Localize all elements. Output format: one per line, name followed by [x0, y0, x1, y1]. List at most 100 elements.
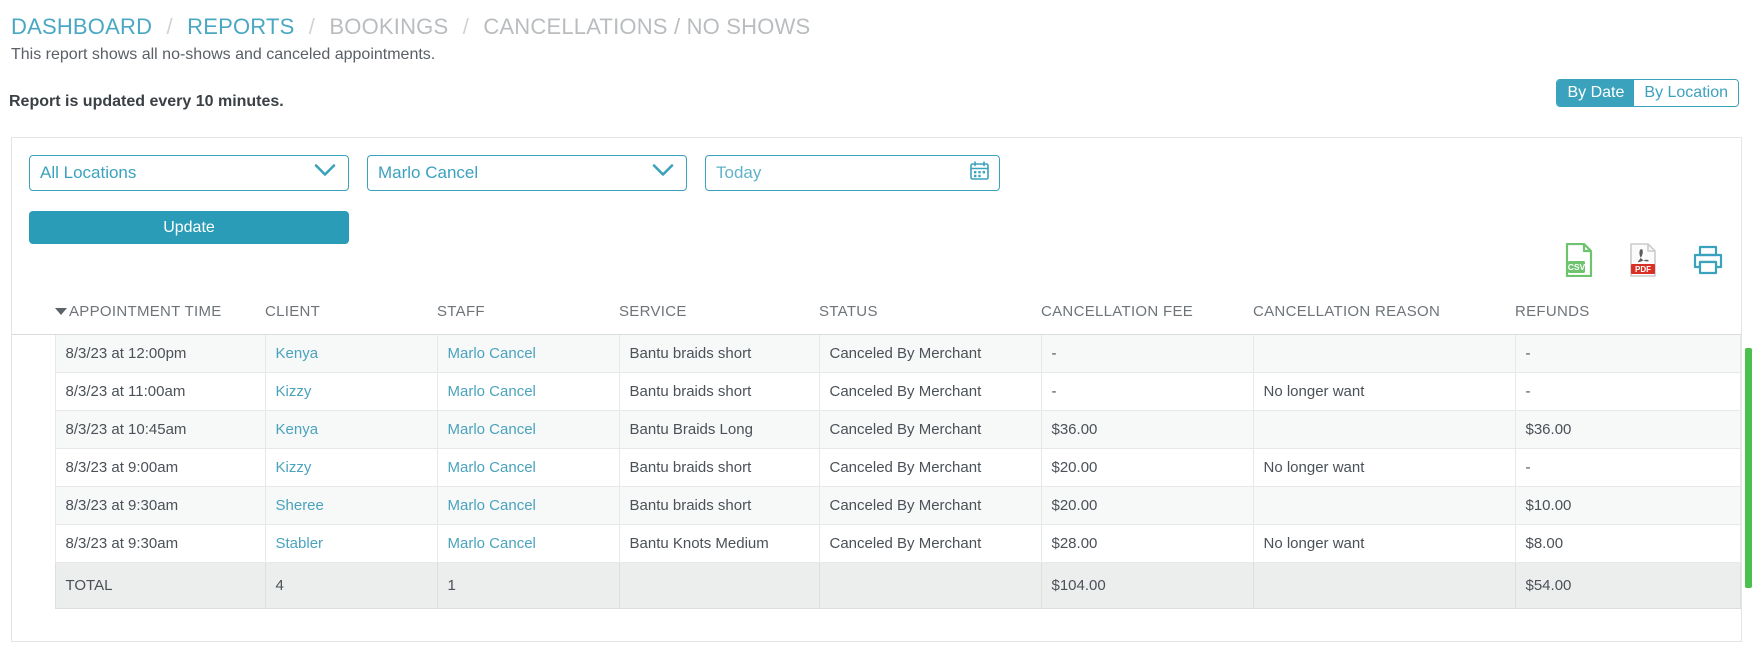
report-update-note: Report is updated every 10 minutes.: [9, 93, 284, 110]
report-panel: All Locations Marlo Cancel Today Update …: [11, 137, 1742, 642]
total-refund: $54.00: [1514, 562, 1741, 609]
breadcrumb-separator: /: [462, 14, 469, 39]
cell-client-link[interactable]: Kenya: [276, 421, 319, 438]
cell-cancellation-fee: $28.00: [1040, 524, 1254, 563]
cell-staff[interactable]: Marlo Cancel: [436, 372, 620, 411]
breadcrumb-separator: /: [308, 14, 316, 39]
total-service: [618, 562, 820, 609]
cell-status: Canceled By Merchant: [818, 372, 1042, 411]
cell-refund: $36.00: [1514, 410, 1741, 449]
cell-client-link[interactable]: Sheree: [276, 497, 324, 514]
date-range-value: Today: [716, 163, 762, 182]
cell-staff[interactable]: Marlo Cancel: [436, 524, 620, 563]
column-header-cancellation-fee[interactable]: CANCELLATION FEE: [1041, 295, 1253, 335]
date-range-input[interactable]: Today: [705, 155, 1000, 191]
row-spacer: [12, 448, 55, 487]
total-label: TOTAL: [54, 562, 266, 609]
cell-client[interactable]: Kenya: [264, 410, 438, 449]
toggle-by-location[interactable]: By Location: [1634, 80, 1738, 106]
cell-staff-link[interactable]: Marlo Cancel: [448, 497, 536, 514]
cell-service: Bantu braids short: [618, 372, 820, 411]
cell-staff-link[interactable]: Marlo Cancel: [448, 459, 536, 476]
cell-client-link[interactable]: Stabler: [276, 535, 324, 552]
column-header-cancellation-reason[interactable]: CANCELLATION REASON: [1253, 295, 1515, 335]
table-row: 8/3/23 at 12:00pm Kenya Marlo Cancel Bantu …: [12, 334, 1741, 373]
breadcrumb-item-dashboard[interactable]: DASHBOARD: [11, 14, 152, 39]
column-header-refunds[interactable]: REFUNDS: [1515, 295, 1741, 335]
total-client-count: 4: [264, 562, 438, 609]
cell-client[interactable]: Kenya: [264, 334, 438, 373]
row-spacer: [12, 372, 55, 411]
table-total-row: TOTAL 4 1 $104.00 $54.00: [12, 562, 1741, 609]
svg-text:CSV: CSV: [1568, 262, 1586, 272]
location-select[interactable]: All Locations: [29, 155, 349, 191]
page-scrollbar-thumb[interactable]: [1745, 348, 1752, 588]
table-body: 8/3/23 at 12:00pm Kenya Marlo Cancel Bantu …: [12, 334, 1741, 609]
breadcrumb-separator: /: [166, 14, 173, 39]
breadcrumb-item-reports[interactable]: REPORTS: [187, 14, 294, 39]
cell-client-link[interactable]: Kizzy: [276, 459, 312, 476]
cell-client[interactable]: Stabler: [264, 524, 438, 563]
cell-cancellation-reason: No longer want: [1252, 524, 1516, 563]
print-icon[interactable]: [1692, 245, 1724, 280]
cell-cancellation-reason: [1252, 486, 1516, 525]
total-cancellation-reason: [1252, 562, 1516, 609]
total-cancellation-fee: $104.00: [1040, 562, 1254, 609]
cell-service: Bantu Braids Long: [618, 410, 820, 449]
page-scrollbar-track[interactable]: [1744, 0, 1753, 658]
sort-descending-icon: [55, 307, 67, 315]
cell-refund: -: [1514, 372, 1741, 411]
cell-appointment-time: 8/3/23 at 11:00am: [54, 372, 266, 411]
cell-appointment-time: 8/3/23 at 10:45am: [54, 410, 266, 449]
cell-staff[interactable]: Marlo Cancel: [436, 334, 620, 373]
header-spacer: [12, 295, 55, 335]
cell-refund: $8.00: [1514, 524, 1741, 563]
cell-refund: $10.00: [1514, 486, 1741, 525]
cell-client[interactable]: Kizzy: [264, 372, 438, 411]
pdf-export-icon[interactable]: PDF: [1628, 243, 1658, 282]
column-header-appointment-time[interactable]: APPOINTMENT TIME: [55, 295, 265, 335]
table-row: 8/3/23 at 10:45am Kenya Marlo Cancel Bantu …: [12, 410, 1741, 449]
cell-service: Bantu braids short: [618, 334, 820, 373]
cell-cancellation-fee: $36.00: [1040, 410, 1254, 449]
cell-staff-link[interactable]: Marlo Cancel: [448, 345, 536, 362]
breadcrumb-item-bookings[interactable]: BOOKINGS: [329, 14, 448, 39]
cell-status: Canceled By Merchant: [818, 448, 1042, 487]
update-button[interactable]: Update: [29, 211, 349, 244]
report-table-container: APPOINTMENT TIME CLIENT STAFF SERVICE ST…: [12, 295, 1741, 609]
chevron-down-icon: [314, 164, 336, 183]
table-header-row: APPOINTMENT TIME CLIENT STAFF SERVICE ST…: [12, 295, 1741, 335]
cell-client-link[interactable]: Kizzy: [276, 383, 312, 400]
cell-staff-link[interactable]: Marlo Cancel: [448, 383, 536, 400]
staff-select-value: Marlo Cancel: [378, 163, 479, 182]
cell-appointment-time: 8/3/23 at 9:30am: [54, 524, 266, 563]
column-header-client[interactable]: CLIENT: [265, 295, 437, 335]
cell-appointment-time: 8/3/23 at 9:00am: [54, 448, 266, 487]
cell-staff-link[interactable]: Marlo Cancel: [448, 535, 536, 552]
cell-client[interactable]: Kizzy: [264, 448, 438, 487]
cell-staff[interactable]: Marlo Cancel: [436, 486, 620, 525]
cell-staff[interactable]: Marlo Cancel: [436, 410, 620, 449]
cell-client-link[interactable]: Kenya: [276, 345, 319, 362]
column-header-staff[interactable]: STAFF: [437, 295, 619, 335]
cell-cancellation-fee: $20.00: [1040, 486, 1254, 525]
cell-staff[interactable]: Marlo Cancel: [436, 448, 620, 487]
cell-cancellation-fee: $20.00: [1040, 448, 1254, 487]
cell-client[interactable]: Sheree: [264, 486, 438, 525]
cell-staff-link[interactable]: Marlo Cancel: [448, 421, 536, 438]
calendar-icon[interactable]: [970, 161, 989, 185]
cell-status: Canceled By Merchant: [818, 524, 1042, 563]
toggle-by-date[interactable]: By Date: [1557, 80, 1635, 106]
table-row: 8/3/23 at 9:30am Sheree Marlo Cancel Bantu …: [12, 486, 1741, 525]
column-header-service[interactable]: SERVICE: [619, 295, 819, 335]
csv-export-icon[interactable]: CSV: [1564, 242, 1594, 282]
staff-select[interactable]: Marlo Cancel: [367, 155, 687, 191]
row-spacer: [12, 562, 55, 609]
table-row: 8/3/23 at 11:00am Kizzy Marlo Cancel Bantu …: [12, 372, 1741, 411]
cell-refund: -: [1514, 334, 1741, 373]
cell-cancellation-reason: [1252, 410, 1516, 449]
view-toggle-group: By Date By Location: [1556, 79, 1739, 107]
table-row: 8/3/23 at 9:30am Stabler Marlo Cancel Bantu…: [12, 524, 1741, 563]
column-header-status[interactable]: STATUS: [819, 295, 1041, 335]
cancellations-report-table: APPOINTMENT TIME CLIENT STAFF SERVICE ST…: [12, 295, 1741, 609]
